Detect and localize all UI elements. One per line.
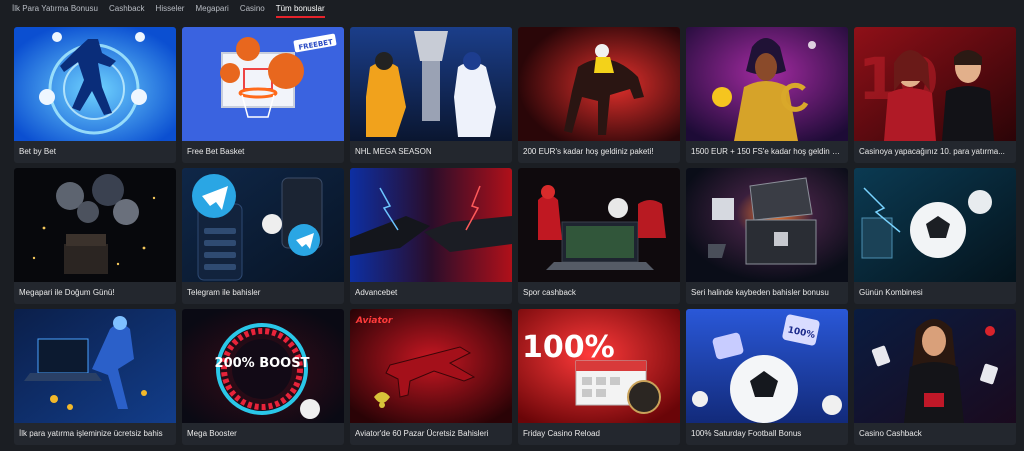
promo-art-text: 100% [522,330,615,365]
horse-rider-icon [518,27,680,141]
promo-image [14,27,176,141]
casino-hosts-icon: 10 [854,27,1016,141]
promo-image: 100% [686,309,848,423]
hockey-players-icon [350,27,512,141]
promo-image [686,168,848,282]
promo-card[interactable]: 10 Casinoya yapacağınız 10. para yatırma… [854,27,1016,163]
tab-casino[interactable]: Casino [240,0,265,15]
treasure-chest-icon [686,168,848,282]
promo-image [518,168,680,282]
soccer-player-icon [14,27,176,141]
soccer-ball-icon [854,168,1016,282]
promo-title: Mega Booster [187,429,237,438]
tab-shares[interactable]: Hisseler [156,0,185,15]
bonus-category-tabs: İlk Para Yatırma Bonusu Cashback Hissele… [0,0,1024,22]
tab-megapari[interactable]: Megapari [195,0,228,15]
promo-card[interactable]: Advancebet [350,168,512,304]
promo-image [350,27,512,141]
promo-title: Friday Casino Reload [523,429,600,438]
promo-image: 100% [518,309,680,423]
promo-card[interactable]: Telegram ile bahisler [182,168,344,304]
athlete-laptop-icon [14,309,176,423]
promo-image: Aviator [350,309,512,423]
calendar-icon: 100% [518,309,680,423]
promo-card[interactable]: Aviator Aviator'de 60 Pazar Ücretsiz Bah… [350,309,512,445]
promo-image: 200% BOOST [182,309,344,423]
promo-card[interactable]: NHL MEGA SEASON [350,27,512,163]
promo-title: Casino Cashback [859,429,922,438]
promo-title: 100% Saturday Football Bonus [691,429,802,438]
promo-image: 10 [854,27,1016,141]
promo-card[interactable]: Megapari ile Doğum Günü! [14,168,176,304]
promo-title: Free Bet Basket [187,147,245,156]
croupier-icon [854,309,1016,423]
promo-image [854,309,1016,423]
promo-image [14,168,176,282]
promo-card[interactable]: 200 EUR's kadar hoş geldiniz paketi! [518,27,680,163]
promo-card[interactable]: Bet by Bet [14,27,176,163]
promo-title: Megapari ile Doğum Günü! [19,288,115,297]
promo-card[interactable]: Seri halinde kaybeden bahisler bonusu [686,168,848,304]
promo-card[interactable]: İlk para yatırma işleminize ücretsiz bah… [14,309,176,445]
promo-title: Seri halinde kaybeden bahisler bonusu [691,288,829,297]
tab-cashback[interactable]: Cashback [109,0,145,15]
promo-title: 200 EUR's kadar hoş geldiniz paketi! [523,147,654,156]
promo-card[interactable]: Günün Kombinesi [854,168,1016,304]
promo-image [350,168,512,282]
tab-first-deposit-bonus[interactable]: İlk Para Yatırma Bonusu [12,0,98,15]
promo-card[interactable]: 1500 EUR + 150 FS'e kadar hoş geldin pak… [686,27,848,163]
promo-title: İlk para yatırma işleminize ücretsiz bah… [19,429,163,438]
promo-card[interactable]: 100% 100% Saturday Football Bonus [686,309,848,445]
goddess-icon [686,27,848,141]
basketball-hoop-icon: FREEBET [182,27,344,141]
tab-all-bonuses[interactable]: Tüm bonuslar [275,0,325,18]
promo-card[interactable]: FREEBET Free Bet Basket [182,27,344,163]
promo-art-text: 200% BOOST [215,356,310,371]
promo-card[interactable]: 100% Friday Casino Reload [518,309,680,445]
promo-image [686,27,848,141]
promo-title: Casinoya yapacağınız 10. para yatırma... [859,147,1005,156]
promo-image [518,27,680,141]
airplane-icon: Aviator [350,309,512,423]
speedometer-icon: 200% BOOST [182,309,344,423]
telegram-icon [182,168,344,282]
promo-title: Advancebet [355,288,398,297]
promo-grid: Bet by Bet FREEBET Free Bet Basket NHL M… [14,27,1016,445]
promo-title: NHL MEGA SEASON [355,147,432,156]
laptop-sports-icon [518,168,680,282]
promo-title: Spor cashback [523,288,576,297]
football-dice-icon: 100% [686,309,848,423]
promo-title: Günün Kombinesi [859,288,923,297]
promo-image [854,168,1016,282]
promo-image [182,168,344,282]
promo-image: FREEBET [182,27,344,141]
promo-title: Aviator'de 60 Pazar Ücretsiz Bahisleri [355,429,489,438]
promo-art-text: Aviator [355,316,393,326]
promo-title: Telegram ile bahisler [187,288,261,297]
promo-card[interactable]: 200% BOOST Mega Booster [182,309,344,445]
handshake-icon [350,168,512,282]
promo-title: 1500 EUR + 150 FS'e kadar hoş geldin pak… [691,147,848,156]
promo-card[interactable]: Spor cashback [518,168,680,304]
promo-image [14,309,176,423]
promo-card[interactable]: Casino Cashback [854,309,1016,445]
birthday-balloons-icon [14,168,176,282]
promo-title: Bet by Bet [19,147,56,156]
